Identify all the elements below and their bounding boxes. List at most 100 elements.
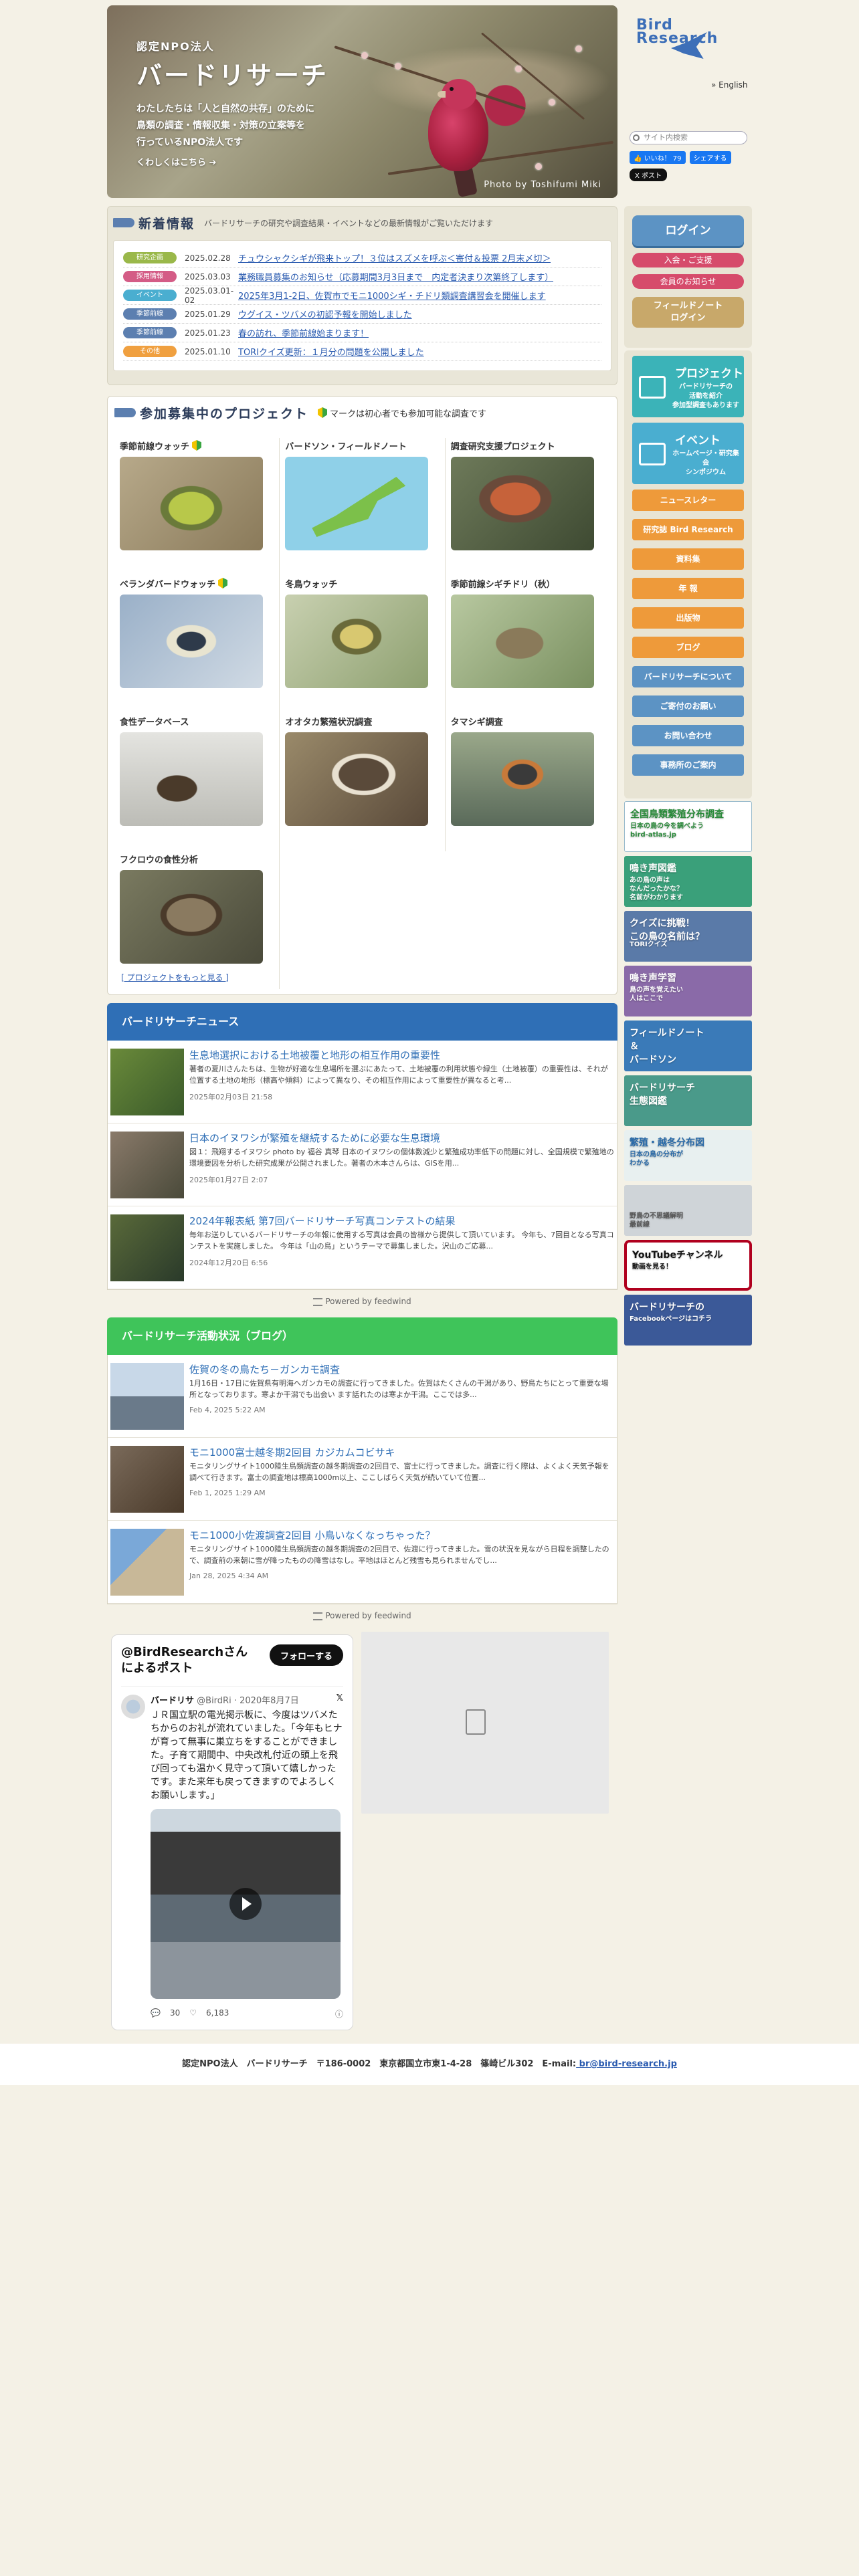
list-item[interactable]: モニ1000小佐渡調査2回目 小鳥いなくなっちゃった？ モニタリングサイト1000… [108, 1521, 617, 1604]
sidebar-nav-item[interactable]: ご寄付のお願い [632, 695, 744, 717]
feed-title-link[interactable]: 日本のイヌワシが繁殖を継続するために必要な生息環境 [189, 1132, 614, 1145]
sidebar-banner[interactable]: YouTubeチャンネル 動画を見る！ [624, 1240, 752, 1291]
news-item[interactable]: その他 2025.01.10 TORIクイズ更新：１月分の問題を公開しました [123, 342, 601, 361]
list-item[interactable]: 生息地選択における土地被覆と地形の相互作用の重要性 著者の夏川さんたちは、生物が好… [108, 1041, 617, 1123]
fieldnote-login-button[interactable]: フィールドノート ログイン [632, 297, 744, 328]
feed-thumbnail[interactable] [110, 1132, 184, 1198]
member-info-button[interactable]: 会員のお知らせ [632, 274, 744, 289]
sidebar-banner[interactable]: 野鳥の不思議解明 最前線 [624, 1185, 752, 1236]
sidebar-banner[interactable]: クイズに挑戦！ この鳥の名前は？ TORIクイズ [624, 911, 752, 962]
news-item[interactable]: 季節前線 2025.01.29 ウグイス・ツバメの初認予報を開始しました [123, 305, 601, 324]
play-icon[interactable] [229, 1888, 262, 1920]
project-photo[interactable] [285, 457, 429, 550]
news-item[interactable]: 採用情報 2025.03.03 業務職員募集のお知らせ（応募期間3月3日まで 内定者… [123, 267, 601, 286]
news-link[interactable]: TORIクイズ更新：１月分の問題を公開しました [238, 345, 424, 358]
projects-more-link[interactable]: [ プロジェクトをもっと見る ] [121, 972, 229, 983]
project-card[interactable]: 食性データベース [114, 714, 280, 851]
project-photo[interactable] [120, 595, 263, 688]
list-item[interactable]: 日本のイヌワシが繁殖を継続するために必要な生息環境 図１：飛翔するイヌワシ pho… [108, 1123, 617, 1206]
sidebar-banner[interactable]: バードリサーチの Facebookページはコチラ [624, 1295, 752, 1346]
site-logo[interactable]: Bird Research [636, 18, 717, 86]
project-card[interactable]: 冬鳥ウォッチ [280, 576, 446, 714]
heart-icon[interactable]: ♡ [189, 2008, 197, 2020]
sidebar-nav-item[interactable]: お問い合わせ [632, 725, 744, 746]
feed-title-link[interactable]: 2024年報表紙 第7回バードリサーチ写真コンテストの結果 [189, 1214, 614, 1228]
project-photo[interactable] [285, 732, 429, 826]
x-post-author[interactable]: バードリサ [151, 1696, 194, 1706]
sidebar-nav-item[interactable]: 事務所のご案内 [632, 754, 744, 776]
list-item[interactable]: 佐賀の冬の鳥たち－ガンカモ調査 1月16日・17日に佐賀県有明海へガンカモの調査に… [108, 1355, 617, 1438]
project-name[interactable]: 季節前線ウォッチ [120, 438, 274, 453]
project-card[interactable]: ベランダバードウォッチ [114, 576, 280, 714]
project-card[interactable]: フクロウの食性分析 [114, 851, 280, 989]
sidebar-banner[interactable]: バードリサーチ 生態図鑑 [624, 1075, 752, 1126]
hero-more-link[interactable]: くわしくはこちら ➔ [136, 155, 328, 168]
news-link[interactable]: 業務職員募集のお知らせ（応募期間3月3日まで 内定者決まり次第終了します） [238, 270, 553, 283]
project-photo[interactable] [450, 457, 594, 550]
sidebar-banner[interactable]: フィールドノート ＆ バードソン [624, 1021, 752, 1071]
project-photo[interactable] [450, 732, 594, 826]
news-link[interactable]: 春の訪れ、季節前線始まります！ [238, 326, 369, 339]
x-post-video[interactable] [151, 1809, 341, 1999]
project-name[interactable]: フクロウの食性分析 [120, 851, 274, 866]
facebook-share-button[interactable]: シェアする [689, 151, 731, 164]
x-logo-icon[interactable]: 𝕏 [337, 1693, 343, 1703]
sidebar-nav-item[interactable]: バードリサーチについて [632, 666, 744, 687]
feed-title-link[interactable]: モニ1000富士越冬期2回目 カジカムコビサキ [189, 1446, 614, 1459]
birdnews-powered[interactable]: Powered by feedwind [107, 1297, 617, 1306]
sidebar-nav-item[interactable]: ニュースレター [632, 490, 744, 511]
sidebar-banner[interactable]: 鳴き声学習 鳥の声を覚えたい 人はここで [624, 966, 752, 1016]
project-name[interactable]: 季節前線シギチドリ（秋） [451, 576, 605, 591]
sidebar-tile-project[interactable]: プロジェクト バードリサーチの 活動を紹介 参加型調査もあります [632, 356, 744, 417]
sidebar-tile-event[interactable]: イベント ホームページ・研究集会 シンポジウム [632, 423, 744, 484]
project-photo[interactable] [285, 595, 429, 688]
feed-title-link[interactable]: 佐賀の冬の鳥たち－ガンカモ調査 [189, 1363, 614, 1376]
login-button[interactable]: ログイン [632, 215, 744, 246]
project-name[interactable]: タマシギ調査 [451, 714, 605, 728]
hero-banner[interactable]: 認定NPO法人 バードリサーチ わたしたちは「人と自然の共存」のために 鳥類の調… [107, 5, 617, 198]
reply-icon[interactable]: 💬 [151, 2008, 161, 2020]
project-name[interactable]: オオタカ繁殖状況調査 [285, 714, 439, 728]
join-button[interactable]: 入会・ご支援 [632, 253, 744, 267]
project-card[interactable]: 季節前線ウォッチ [114, 438, 280, 576]
news-item[interactable]: 季節前線 2025.01.23 春の訪れ、季節前線始まります！ [123, 324, 601, 342]
blog-powered[interactable]: Powered by feedwind [107, 1611, 617, 1620]
sidebar-banner[interactable]: 全国鳥類繁殖分布調査 日本の鳥の今を調べよう bird-atlas.jp [624, 801, 752, 852]
project-photo[interactable] [120, 870, 263, 964]
list-item[interactable]: 2024年報表紙 第7回バードリサーチ写真コンテストの結果 毎年お送りしているバー… [108, 1206, 617, 1289]
news-link[interactable]: 2025年3月1-2日、佐賀市でモニ1000シギ・チドリ類調査講習会を開催します [238, 289, 546, 302]
footer-email-link[interactable]: br@bird-research.jp [576, 2059, 677, 2069]
project-name[interactable]: ベランダバードウォッチ [120, 576, 274, 591]
sidebar-nav-item[interactable]: 出版物 [632, 607, 744, 629]
feed-thumbnail[interactable] [110, 1446, 184, 1513]
sidebar-banner[interactable]: 繁殖・越冬分布図 日本の鳥の分布が わかる [624, 1130, 752, 1181]
search-input[interactable]: サイト内検索 [630, 131, 747, 144]
sidebar-nav-item[interactable]: 年 報 [632, 578, 744, 599]
feed-thumbnail[interactable] [110, 1049, 184, 1115]
project-photo[interactable] [120, 457, 263, 550]
project-photo[interactable] [450, 595, 594, 688]
news-link[interactable]: チュウシャクシギが飛来トップ！３位はスズメを呼ぶ＜寄付＆投票 2月末〆切＞ [238, 251, 551, 264]
feed-title-link[interactable]: モニ1000小佐渡調査2回目 小鳥いなくなっちゃった？ [189, 1529, 614, 1542]
sidebar-banner[interactable]: 鳴き声図鑑 あの鳥の声は なんだったかな？ 名前がわかります [624, 856, 752, 907]
facebook-like-button[interactable]: 👍 いいね！ 79 [630, 151, 686, 164]
info-icon[interactable]: ⓘ [335, 2008, 343, 2020]
avatar[interactable] [121, 1695, 145, 1719]
project-name[interactable]: 調査研究支援プロジェクト [451, 438, 605, 453]
x-post[interactable]: バードリサ @BirdRi · 2020年8月7日 𝕏 ＪＲ国立駅の電光掲示板に… [121, 1686, 343, 2020]
english-link[interactable]: » English [711, 80, 748, 90]
news-link[interactable]: ウグイス・ツバメの初認予報を開始しました [238, 308, 412, 320]
feed-title-link[interactable]: 生息地選択における土地被覆と地形の相互作用の重要性 [189, 1049, 614, 1062]
x-follow-button[interactable]: フォローする [269, 1644, 343, 1666]
project-card[interactable]: 調査研究支援プロジェクト [446, 438, 611, 576]
project-name[interactable]: バードソン・フィールドノート [285, 438, 439, 453]
feed-thumbnail[interactable] [110, 1363, 184, 1430]
project-photo[interactable] [120, 732, 263, 826]
project-card[interactable]: タマシギ調査 [446, 714, 611, 851]
project-name[interactable]: 食性データベース [120, 714, 274, 728]
feed-thumbnail[interactable] [110, 1214, 184, 1281]
list-item[interactable]: モニ1000富士越冬期2回目 カジカムコビサキ モニタリングサイト1000陸生鳥類… [108, 1438, 617, 1521]
project-card[interactable]: 季節前線シギチドリ（秋） [446, 576, 611, 714]
feed-thumbnail[interactable] [110, 1529, 184, 1596]
news-list[interactable]: 研究企画 2025.02.28 チュウシャクシギが飛来トップ！３位はスズメを呼ぶ＜寄… [113, 240, 611, 371]
